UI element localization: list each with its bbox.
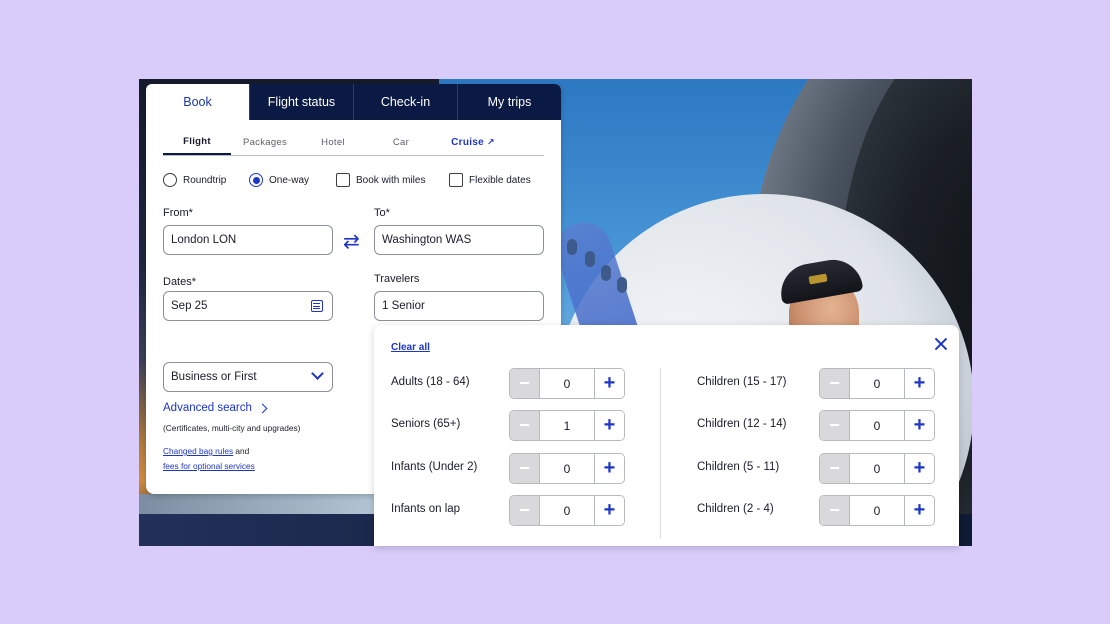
from-input[interactable]: London LON: [163, 225, 333, 255]
oneway-radio[interactable]: One-way: [249, 173, 309, 187]
tab-book[interactable]: Book: [146, 84, 249, 120]
stepper-value: 0: [849, 411, 905, 440]
to-label: To*: [374, 207, 390, 219]
cabin-select[interactable]: Business or First: [163, 362, 333, 392]
stepper-value: 0: [849, 369, 905, 398]
aircraft-window: [601, 265, 611, 281]
minus-button[interactable]: −: [510, 496, 539, 525]
stepper-value: 0: [849, 454, 905, 483]
stepper-value: 0: [849, 496, 905, 525]
minus-button[interactable]: −: [510, 454, 539, 483]
plus-button[interactable]: +: [905, 496, 934, 525]
subtab-packages[interactable]: Packages: [231, 130, 299, 155]
clear-all-link[interactable]: Clear all: [391, 342, 430, 353]
plus-button[interactable]: +: [595, 369, 624, 398]
stepper-value: 0: [539, 454, 595, 483]
chevron-down-icon: [311, 367, 324, 380]
pax-label: Children (2 - 4): [697, 503, 774, 515]
subtab-car[interactable]: Car: [367, 130, 435, 155]
column-divider: [660, 368, 661, 538]
pax-label: Seniors (65+): [391, 418, 461, 430]
optional-fees-link[interactable]: fees for optional services: [163, 461, 255, 471]
plus-button[interactable]: +: [595, 454, 624, 483]
seniors-stepper: − 1 +: [509, 410, 625, 441]
aircraft-window: [617, 277, 627, 293]
subtab-flight[interactable]: Flight: [163, 130, 231, 155]
dates-value: Sep 25: [171, 300, 208, 312]
children-2-4-stepper: − 0 +: [819, 495, 935, 526]
sub-tabs: Flight Packages Hotel Car Cruise ↗: [163, 130, 544, 156]
subtab-cruise-label: Cruise: [451, 137, 485, 148]
minus-button[interactable]: −: [510, 411, 539, 440]
plus-button[interactable]: +: [905, 369, 934, 398]
tab-flight-status[interactable]: Flight status: [249, 84, 353, 120]
flexible-dates-label: Flexible dates: [469, 174, 531, 186]
checkbox-icon: [336, 173, 350, 187]
minus-button[interactable]: −: [510, 369, 539, 398]
aircraft-window: [567, 239, 577, 255]
dates-label: Dates*: [163, 276, 197, 288]
radio-icon: [163, 173, 177, 187]
stepper-value: 1: [539, 411, 595, 440]
advanced-search-label: Advanced search: [163, 402, 252, 414]
book-with-miles-label: Book with miles: [356, 174, 426, 186]
plus-button[interactable]: +: [905, 454, 934, 483]
to-input[interactable]: Washington WAS: [374, 225, 544, 255]
plus-button[interactable]: +: [905, 411, 934, 440]
travelers-popup: Clear all Adults (18 - 64) − 0 + Seniors…: [374, 325, 959, 546]
dates-input[interactable]: Sep 25: [163, 291, 333, 321]
plus-button[interactable]: +: [595, 496, 624, 525]
stepper-value: 0: [539, 369, 595, 398]
travelers-label: Travelers: [374, 273, 420, 285]
roundtrip-label: Roundtrip: [183, 174, 227, 186]
radio-selected-icon: [249, 173, 263, 187]
plus-button[interactable]: +: [595, 411, 624, 440]
advanced-search-link[interactable]: Advanced search: [163, 402, 268, 414]
adults-stepper: − 0 +: [509, 368, 625, 399]
subtab-cruise[interactable]: Cruise ↗: [439, 130, 507, 155]
main-tabs: Book Flight status Check-in My trips: [146, 84, 561, 120]
roundtrip-radio[interactable]: Roundtrip: [163, 173, 226, 187]
travelers-input[interactable]: 1 Senior: [374, 291, 544, 321]
chevron-right-icon: [257, 403, 268, 413]
pax-label: Children (12 - 14): [697, 418, 787, 430]
external-link-icon: ↗: [487, 137, 495, 147]
tab-my-trips[interactable]: My trips: [457, 84, 561, 120]
subtab-hotel[interactable]: Hotel: [299, 130, 367, 155]
close-icon[interactable]: [933, 336, 949, 352]
book-with-miles-checkbox[interactable]: Book with miles: [336, 173, 425, 187]
changed-bag-rules-link[interactable]: Changed bag rules: [163, 446, 233, 456]
minus-button[interactable]: −: [820, 411, 849, 440]
swap-icon[interactable]: ⇄: [343, 229, 360, 254]
checkbox-icon: [449, 173, 463, 187]
pax-label: Children (5 - 11): [697, 461, 780, 473]
minus-button[interactable]: −: [820, 369, 849, 398]
pax-label: Infants (Under 2): [391, 461, 478, 473]
aircraft-window: [585, 251, 595, 267]
minus-button[interactable]: −: [820, 454, 849, 483]
trip-options: Roundtrip One-way Book with miles Flexib…: [163, 173, 553, 191]
pax-label: Adults (18 - 64): [391, 376, 470, 388]
tab-check-in[interactable]: Check-in: [353, 84, 457, 120]
pax-label: Infants on lap: [391, 503, 461, 515]
children-12-14-stepper: − 0 +: [819, 410, 935, 441]
infants-on-lap-stepper: − 0 +: [509, 495, 625, 526]
pax-label: Children (15 - 17): [697, 376, 787, 388]
infants-stepper: − 0 +: [509, 453, 625, 484]
cabin-value: Business or First: [171, 371, 257, 383]
children-5-11-stepper: − 0 +: [819, 453, 935, 484]
stepper-value: 0: [539, 496, 595, 525]
oneway-label: One-way: [269, 174, 310, 186]
calendar-icon: [311, 300, 323, 312]
bag-and-text: and: [233, 446, 250, 456]
bag-rules-text: Changed bag rules and fees for optional …: [163, 444, 255, 474]
from-label: From*: [163, 207, 193, 219]
children-15-17-stepper: − 0 +: [819, 368, 935, 399]
flexible-dates-checkbox[interactable]: Flexible dates: [449, 173, 531, 187]
minus-button[interactable]: −: [820, 496, 849, 525]
advanced-search-note: (Certificates, multi-city and upgrades): [163, 423, 301, 433]
